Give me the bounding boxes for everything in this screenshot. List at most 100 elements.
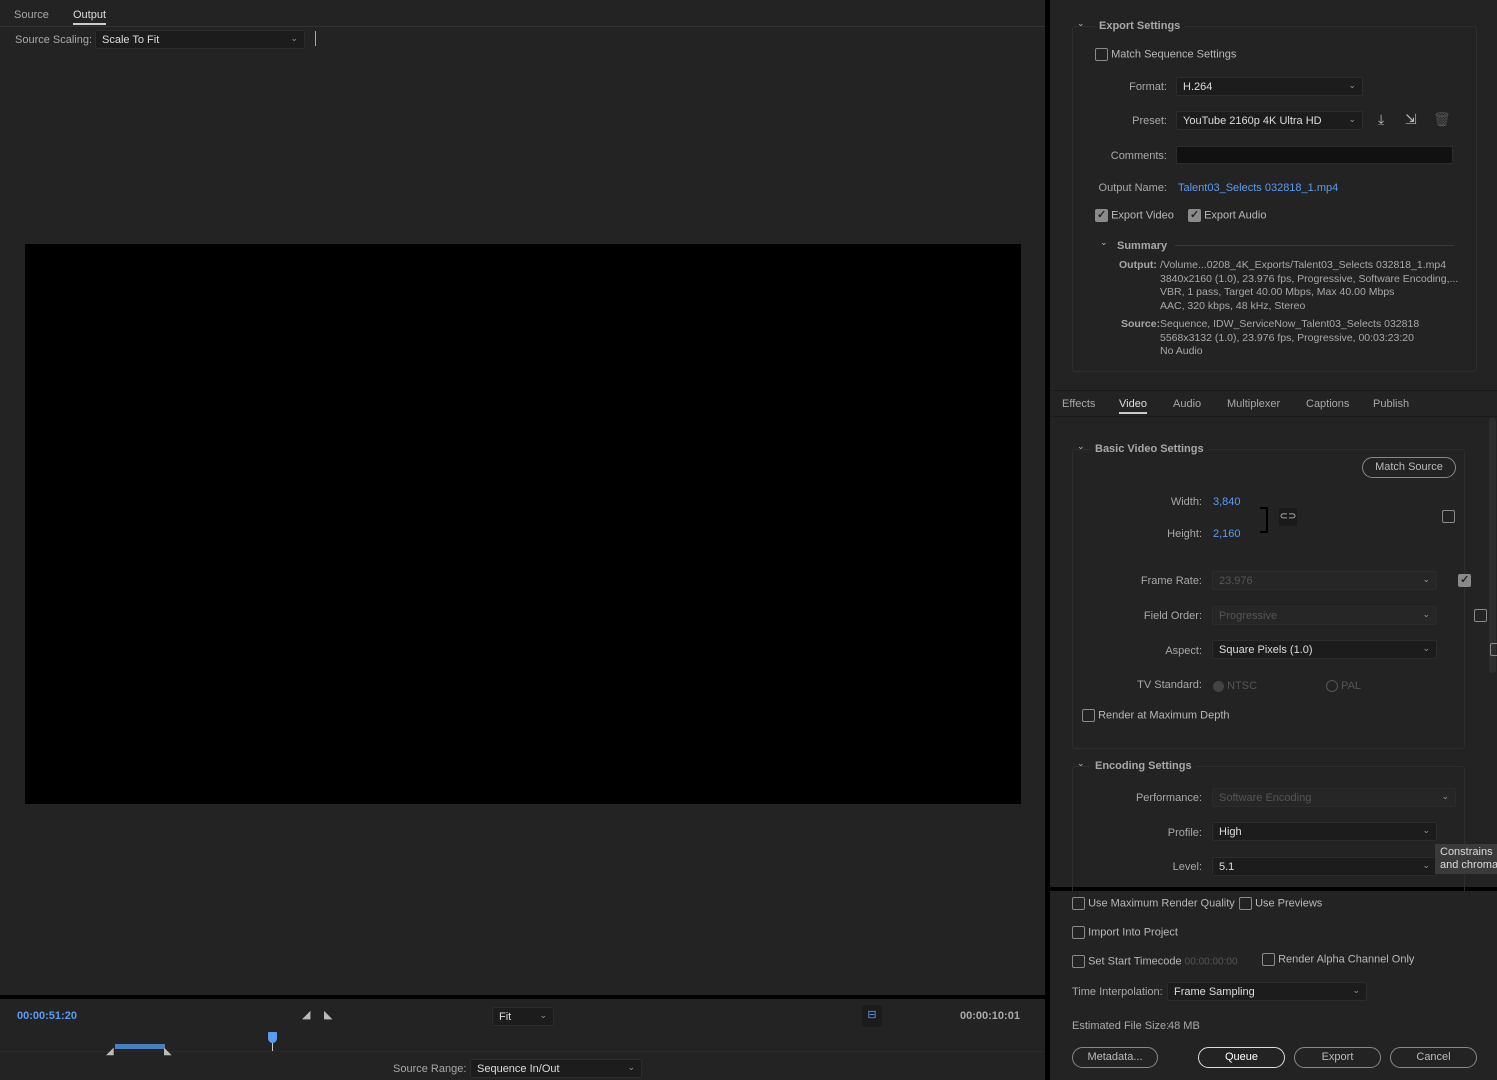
frame-rate-label: Frame Rate: xyxy=(1140,575,1202,587)
export-video-label: Export Video xyxy=(1111,209,1174,222)
collapse-icon[interactable]: ⌄ xyxy=(1100,237,1108,248)
delete-preset-icon[interactable]: 🗑 xyxy=(1433,111,1451,128)
cancel-button[interactable]: Cancel xyxy=(1390,1047,1477,1068)
override-size-checkbox[interactable] xyxy=(1442,510,1455,523)
time-interpolation-dropdown[interactable]: Frame Sampling ⌄ xyxy=(1167,982,1367,1001)
fit-frame-icon[interactable]: ⊟ xyxy=(862,1005,882,1027)
pal-label: PAL xyxy=(1341,680,1362,692)
preset-dropdown[interactable]: YouTube 2160p 4K Ultra HD ⌄ xyxy=(1176,111,1363,130)
chevron-down-icon: ⌄ xyxy=(627,1062,635,1072)
collapse-icon[interactable]: ⌄ xyxy=(1077,758,1085,769)
mark-in-icon[interactable]: ◢ xyxy=(302,1008,310,1021)
field-order-value: Progressive xyxy=(1219,610,1278,622)
field-order-label: Field Order: xyxy=(1143,610,1202,622)
summary-output-line: AAC, 320 kbps, 48 kHz, Stereo xyxy=(1160,299,1306,312)
zoom-dropdown[interactable]: Fit ⌄ xyxy=(492,1007,554,1026)
performance-dropdown[interactable]: Software Encoding ⌄ xyxy=(1212,788,1456,807)
summary-output-line: /Volume...0208_4K_Exports/Talent03_Selec… xyxy=(1160,259,1447,271)
preset-label: Preset: xyxy=(1132,115,1167,127)
level-dropdown[interactable]: 5.1 ⌄ xyxy=(1212,857,1437,876)
tv-standard-label: TV Standard: xyxy=(1137,679,1202,691)
video-preview xyxy=(25,244,1021,804)
summary-source-line: No Audio xyxy=(1160,345,1203,357)
chevron-down-icon: ⌄ xyxy=(1441,791,1449,801)
zoom-value: Fit xyxy=(499,1011,512,1023)
chevron-down-icon: ⌄ xyxy=(1422,609,1430,619)
tab-publish[interactable]: Publish xyxy=(1373,398,1409,410)
tab-source[interactable]: Source xyxy=(14,9,49,21)
frame-rate-dropdown[interactable]: 23.976 ⌄ xyxy=(1212,571,1437,590)
match-sequence-checkbox[interactable] xyxy=(1095,48,1108,61)
tab-effects[interactable]: Effects xyxy=(1062,398,1095,410)
output-name-link[interactable]: Talent03_Selects 032818_1.mp4 xyxy=(1178,182,1338,194)
work-area-bar[interactable] xyxy=(115,1044,165,1049)
width-value[interactable]: 3,840 xyxy=(1213,496,1241,508)
settings-panel: ⌄ Export Settings Match Sequence Setting… xyxy=(1050,0,1497,896)
in-point-handle[interactable]: ◢ xyxy=(106,1046,114,1057)
summary-title: Summary xyxy=(1117,240,1168,252)
file-size-label: Estimated File Size: xyxy=(1072,1020,1170,1032)
export-settings-title: Export Settings xyxy=(1095,20,1185,32)
max-render-quality-checkbox[interactable] xyxy=(1072,897,1085,910)
render-max-depth-checkbox[interactable] xyxy=(1082,709,1095,722)
summary-output-label: Output: xyxy=(1119,259,1157,271)
aspect-dropdown[interactable]: Square Pixels (1.0) ⌄ xyxy=(1212,640,1437,659)
current-timecode[interactable]: 00:00:51:20 xyxy=(17,1010,77,1022)
export-audio-checkbox[interactable] xyxy=(1188,208,1201,222)
field-order-checkbox[interactable] xyxy=(1474,609,1488,622)
collapse-icon[interactable]: ⌄ xyxy=(1077,18,1085,29)
pal-radio[interactable] xyxy=(1326,680,1338,693)
match-source-button[interactable]: Match Source xyxy=(1362,457,1456,478)
tooltip: Constrains and chroma xyxy=(1435,844,1497,874)
level-label: Level: xyxy=(1172,861,1202,873)
field-order-dropdown[interactable]: Progressive ⌄ xyxy=(1212,606,1437,625)
tab-video[interactable]: Video xyxy=(1119,398,1147,414)
height-value[interactable]: 2,160 xyxy=(1213,528,1241,540)
summary-source-line: 5568x3132 (1.0), 23.976 fps, Progressive… xyxy=(1160,331,1414,344)
file-size-value: 48 MB xyxy=(1168,1020,1200,1032)
comments-input[interactable] xyxy=(1176,146,1453,164)
timeline-track[interactable] xyxy=(0,1051,1045,1052)
ntsc-radio[interactable] xyxy=(1213,680,1224,692)
source-range-dropdown[interactable]: Sequence In/Out ⌄ xyxy=(470,1059,642,1078)
profile-dropdown[interactable]: High ⌄ xyxy=(1212,822,1437,841)
tab-multiplexer[interactable]: Multiplexer xyxy=(1227,398,1280,410)
scrollbar[interactable] xyxy=(1489,418,1496,673)
import-project-checkbox[interactable] xyxy=(1072,926,1085,939)
chevron-down-icon: ⌄ xyxy=(290,33,298,43)
mark-out-icon[interactable]: ◣ xyxy=(324,1008,332,1021)
chevron-down-icon: ⌄ xyxy=(1422,825,1430,835)
summary-source-label: Source: xyxy=(1121,318,1161,330)
profile-label: Profile: xyxy=(1167,827,1202,839)
aspect-checkbox[interactable] xyxy=(1490,643,1497,656)
format-value: H.264 xyxy=(1183,81,1213,93)
save-preset-icon[interactable]: ⤓ xyxy=(1378,111,1384,128)
link-icon[interactable]: ⊂⊃ xyxy=(1279,508,1297,526)
alpha-only-checkbox[interactable] xyxy=(1262,953,1275,966)
preset-value: YouTube 2160p 4K Ultra HD xyxy=(1183,115,1322,127)
out-point-handle[interactable]: ◣ xyxy=(164,1046,172,1057)
basic-video-title: Basic Video Settings xyxy=(1091,443,1208,455)
import-preset-icon[interactable]: ⇲ xyxy=(1405,111,1417,128)
queue-button[interactable]: Queue xyxy=(1198,1047,1285,1068)
tab-audio[interactable]: Audio xyxy=(1173,398,1201,410)
set-start-timecode-checkbox[interactable] xyxy=(1072,955,1085,968)
export-video-checkbox[interactable] xyxy=(1095,208,1108,222)
frame-rate-checkbox[interactable] xyxy=(1458,573,1472,587)
source-scaling-dropdown[interactable]: Scale To Fit ⌄ xyxy=(95,30,305,49)
performance-value: Software Encoding xyxy=(1219,792,1312,804)
format-dropdown[interactable]: H.264 ⌄ xyxy=(1176,77,1363,96)
chevron-down-icon: ⌄ xyxy=(539,1010,547,1020)
aspect-value: Square Pixels (1.0) xyxy=(1219,644,1313,656)
tab-captions[interactable]: Captions xyxy=(1306,398,1349,410)
playhead[interactable] xyxy=(268,1032,277,1043)
collapse-icon[interactable]: ⌄ xyxy=(1077,441,1085,452)
time-interpolation-value: Frame Sampling xyxy=(1174,986,1255,998)
import-project-label: Import Into Project xyxy=(1088,926,1178,939)
format-label: Format: xyxy=(1129,81,1167,93)
metadata-button[interactable]: Metadata... xyxy=(1072,1047,1158,1068)
export-button[interactable]: Export xyxy=(1294,1047,1381,1068)
use-previews-checkbox[interactable] xyxy=(1239,897,1252,910)
start-timecode-value[interactable]: 00:00:00:00 xyxy=(1185,956,1238,967)
tab-output[interactable]: Output xyxy=(73,9,107,25)
